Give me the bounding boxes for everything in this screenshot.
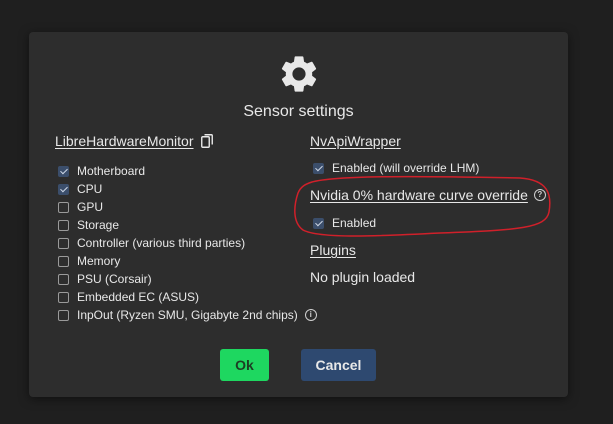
checkbox-motherboard[interactable]: Motherboard bbox=[58, 164, 145, 178]
checkbox-box[interactable] bbox=[58, 291, 69, 303]
checkbox-label: Controller (various third parties) bbox=[77, 236, 246, 250]
checkbox-label: InpOut (Ryzen SMU, Gigabyte 2nd chips) bbox=[77, 308, 298, 322]
checkbox-memory[interactable]: Memory bbox=[58, 254, 120, 268]
curve-override-row: Nvidia 0% hardware curve override ? bbox=[310, 187, 546, 203]
checkbox-controller[interactable]: Controller (various third parties) bbox=[58, 236, 245, 250]
checkbox-label: Enabled bbox=[332, 216, 377, 230]
ok-button[interactable]: Ok bbox=[220, 349, 269, 381]
checkbox-box[interactable] bbox=[313, 217, 324, 229]
plugins-status: No plugin loaded bbox=[310, 269, 416, 285]
nvapi-heading-link[interactable]: NvApiWrapper bbox=[310, 133, 401, 149]
sensor-settings-dialog: Sensor settings LibreHardwareMonitor Mot… bbox=[29, 32, 568, 397]
checkbox-box[interactable] bbox=[58, 309, 69, 321]
checkbox-box[interactable] bbox=[58, 255, 69, 267]
checkbox-cpu[interactable]: CPU bbox=[58, 182, 102, 196]
checkbox-psu[interactable]: PSU (Corsair) bbox=[58, 272, 152, 286]
checkbox-label: Embedded EC (ASUS) bbox=[77, 290, 200, 304]
checkbox-embedded-ec[interactable]: Embedded EC (ASUS) bbox=[58, 290, 199, 304]
checkbox-label: Storage bbox=[77, 218, 120, 232]
checkbox-label: Memory bbox=[77, 254, 121, 268]
checkbox-box[interactable] bbox=[58, 183, 69, 195]
checkbox-box[interactable] bbox=[58, 201, 69, 213]
checkbox-label: CPU bbox=[77, 182, 103, 196]
checkbox-box[interactable] bbox=[58, 219, 69, 231]
plugins-heading-link[interactable]: Plugins bbox=[310, 242, 356, 258]
checkbox-storage[interactable]: Storage bbox=[58, 218, 119, 232]
dialog-title: Sensor settings bbox=[243, 103, 354, 120]
info-icon[interactable]: i bbox=[304, 309, 317, 321]
checkbox-label: Motherboard bbox=[77, 164, 146, 178]
checkbox-label: GPU bbox=[77, 200, 104, 214]
gear-icon bbox=[281, 56, 317, 92]
checkbox-curve-enabled[interactable]: Enabled bbox=[313, 216, 376, 230]
help-icon[interactable]: ? bbox=[533, 189, 546, 201]
checkbox-box[interactable] bbox=[58, 165, 69, 177]
checkbox-nvapi-enabled[interactable]: Enabled (will override LHM) bbox=[313, 161, 479, 175]
copy-icon[interactable] bbox=[201, 134, 213, 148]
checkbox-inpout[interactable]: InpOut (Ryzen SMU, Gigabyte 2nd chips) i bbox=[58, 308, 317, 322]
curve-override-heading-link[interactable]: Nvidia 0% hardware curve override bbox=[310, 187, 528, 203]
checkbox-box[interactable] bbox=[313, 162, 324, 174]
cancel-button[interactable]: Cancel bbox=[301, 349, 376, 381]
checkbox-label: PSU (Corsair) bbox=[77, 272, 152, 286]
checkbox-box[interactable] bbox=[58, 273, 69, 285]
checkbox-gpu[interactable]: GPU bbox=[58, 200, 103, 214]
checkbox-box[interactable] bbox=[58, 237, 69, 249]
checkbox-label: Enabled (will override LHM) bbox=[332, 161, 480, 175]
lhm-heading-link[interactable]: LibreHardwareMonitor bbox=[55, 133, 194, 149]
